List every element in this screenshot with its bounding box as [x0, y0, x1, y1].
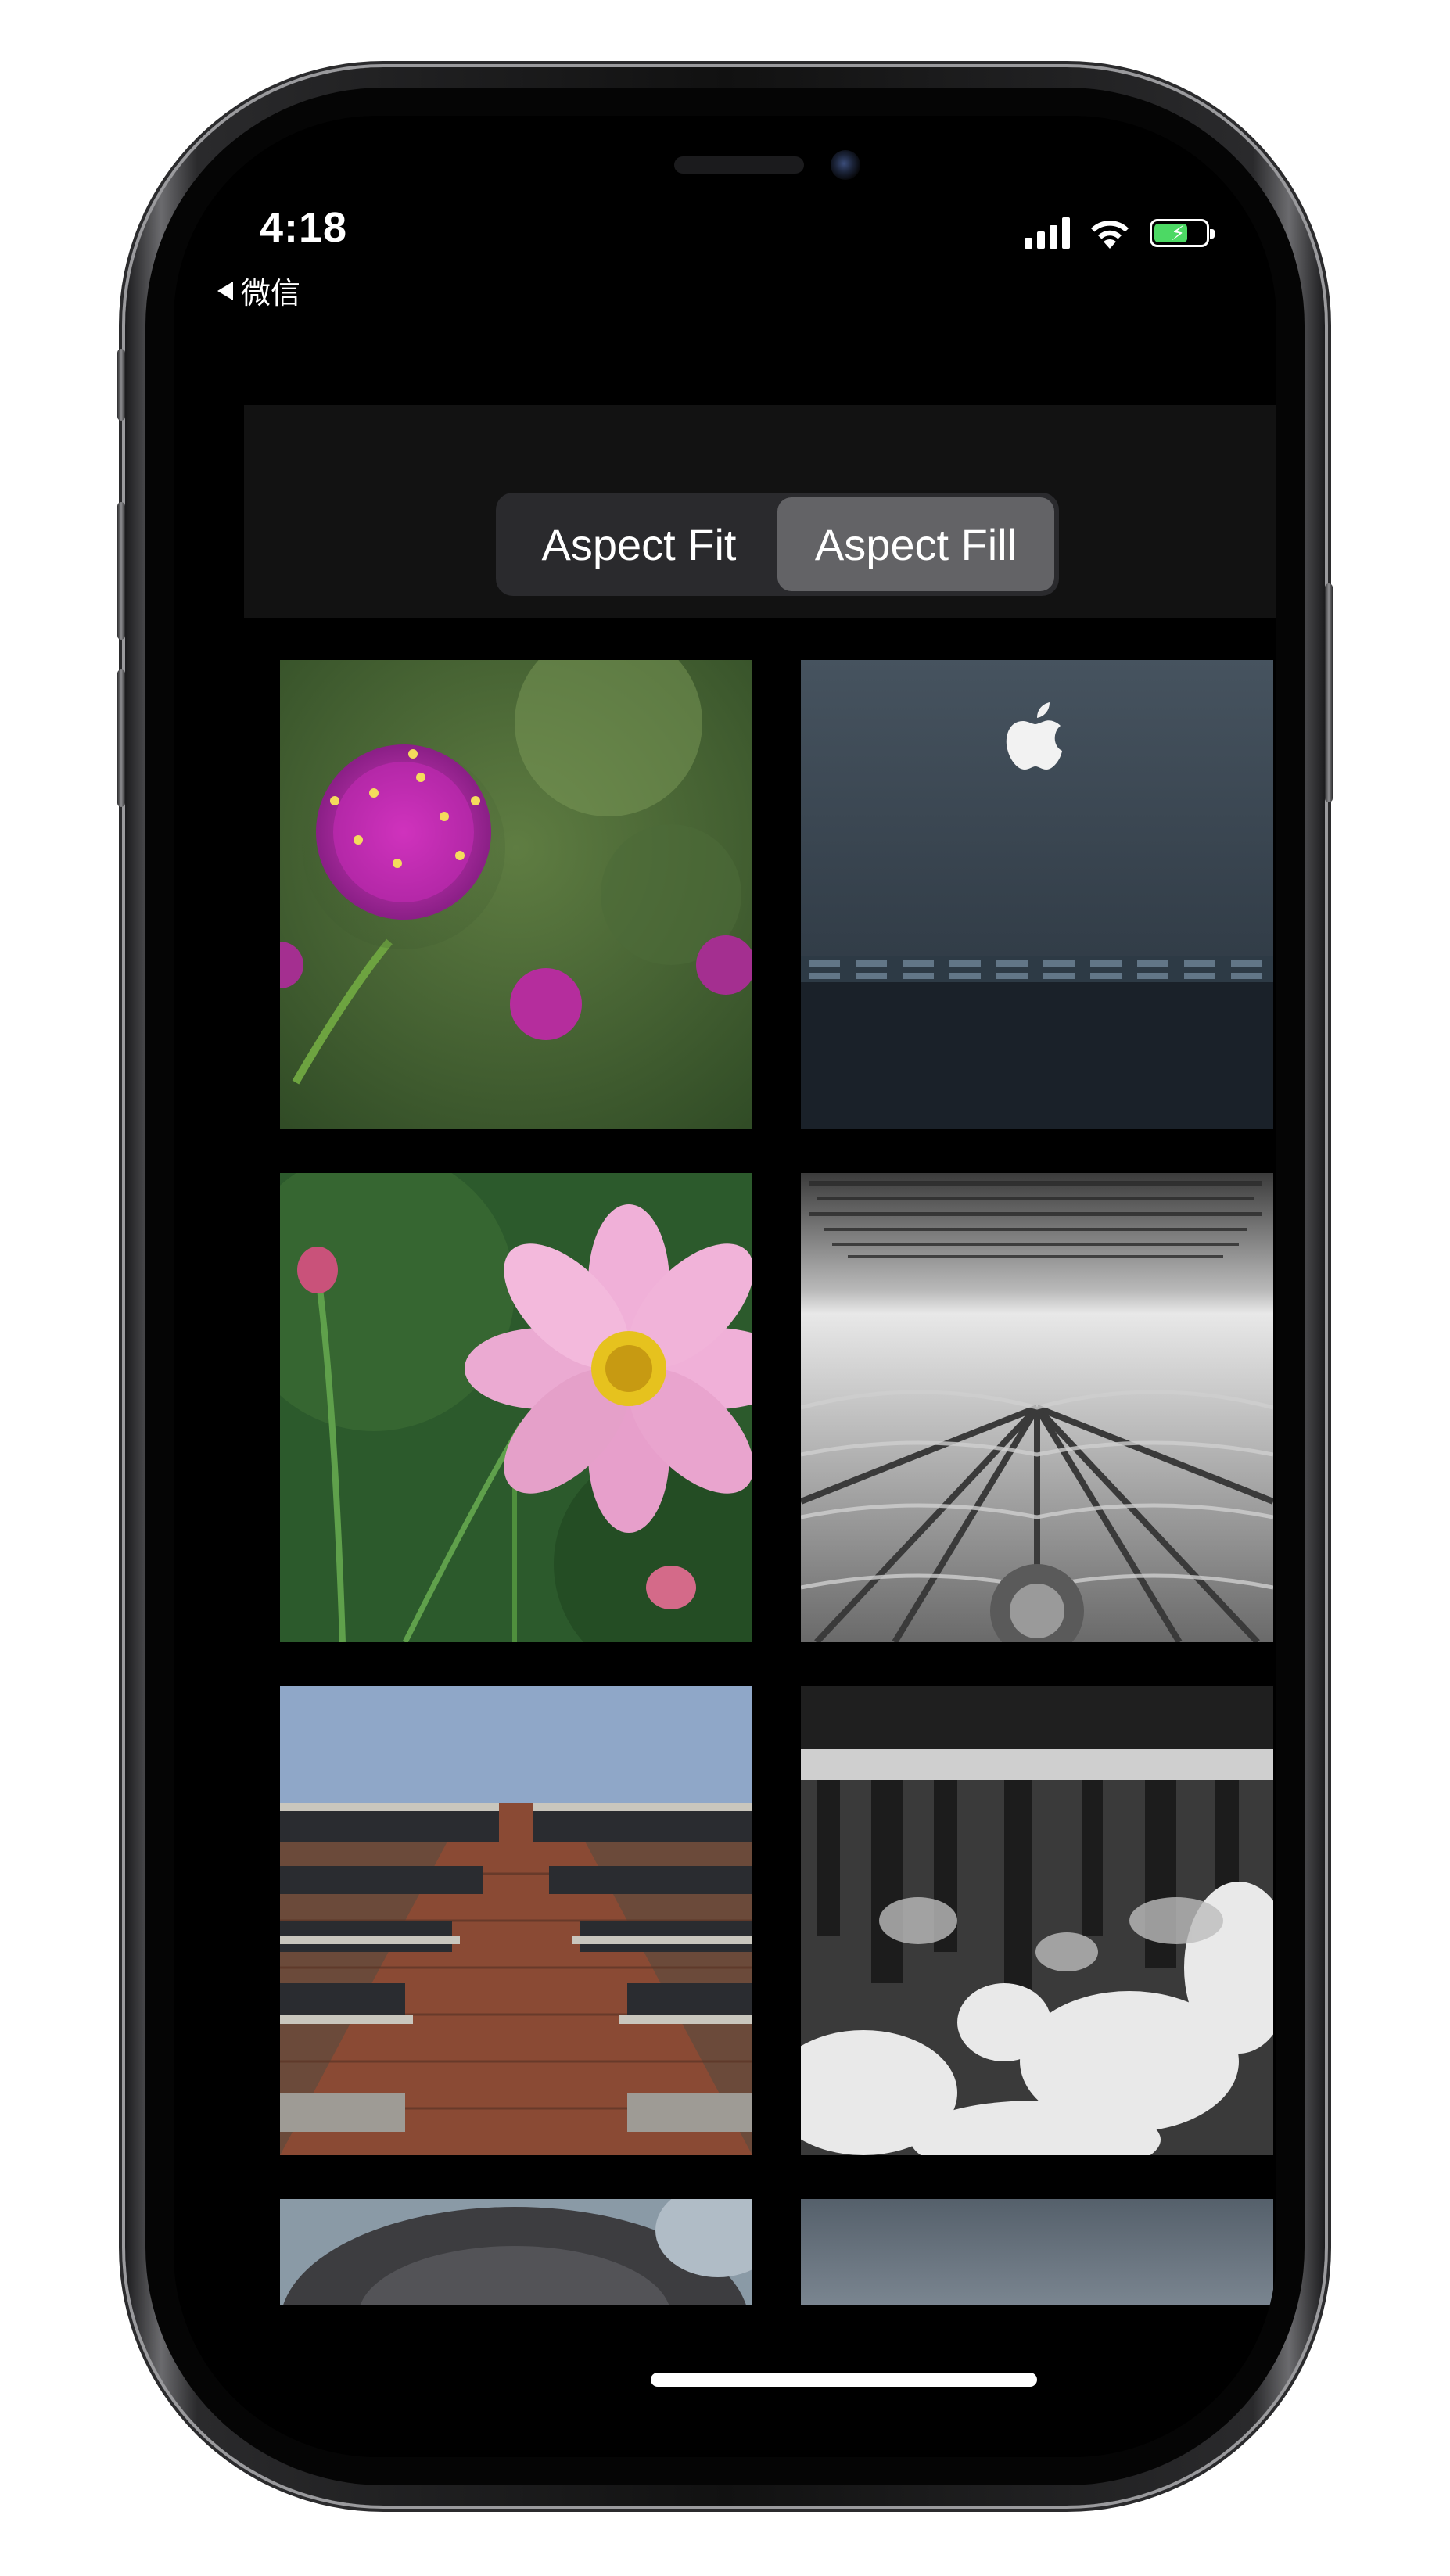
photo-tile[interactable]	[280, 1686, 752, 2155]
toolbar: Aspect Fit Aspect Fill	[244, 405, 1276, 618]
photo-tile[interactable]	[280, 2199, 752, 2305]
status-indicators: ⚡	[1025, 216, 1215, 250]
apple-store-photo	[801, 660, 1273, 1129]
wifi-icon	[1091, 221, 1129, 249]
content-mode-segmented-control[interactable]: Aspect Fit Aspect Fill	[496, 493, 1059, 596]
dog-photo	[280, 2199, 752, 2305]
segment-aspect-fit[interactable]: Aspect Fit	[501, 497, 777, 591]
screen: 4:18 微信 ⚡ Aspect Fit Aspect Fill	[174, 116, 1276, 2457]
cellular-signal-icon	[1025, 217, 1070, 249]
flower-photo	[280, 660, 752, 1129]
battery-cap	[1210, 229, 1215, 239]
photo-tile[interactable]	[280, 660, 752, 1129]
sky-photo	[801, 2199, 1273, 2305]
photo-tile[interactable]	[280, 1173, 752, 1642]
mute-switch	[117, 349, 125, 421]
back-to-app-button[interactable]: 微信	[217, 269, 300, 312]
status-time: 4:18	[260, 204, 348, 251]
cosmos-photo	[280, 1173, 752, 1642]
front-camera	[831, 150, 860, 180]
back-app-label: 微信	[241, 278, 301, 310]
back-arrow-icon	[217, 281, 233, 300]
power-button	[1325, 583, 1333, 802]
gothic-ceiling-photo	[801, 1173, 1273, 1642]
brick-building-photo	[280, 1686, 752, 2155]
photo-tile[interactable]	[801, 1686, 1273, 2155]
charging-bolt-icon: ⚡	[1171, 221, 1186, 245]
photo-tile[interactable]	[801, 660, 1273, 1129]
photo-tile[interactable]	[801, 1173, 1273, 1642]
volume-down-button	[117, 669, 125, 807]
frozen-waterfall-photo	[801, 1686, 1273, 2155]
earpiece-speaker	[674, 156, 804, 174]
phone-frame: 4:18 微信 ⚡ Aspect Fit Aspect Fill	[117, 67, 1333, 2506]
home-indicator[interactable]	[651, 2373, 1037, 2387]
battery-charging-icon: ⚡	[1150, 219, 1215, 247]
volume-up-button	[117, 502, 125, 640]
photo-tile[interactable]	[801, 2199, 1273, 2305]
notch	[465, 116, 985, 210]
segment-aspect-fill[interactable]: Aspect Fill	[777, 497, 1054, 591]
